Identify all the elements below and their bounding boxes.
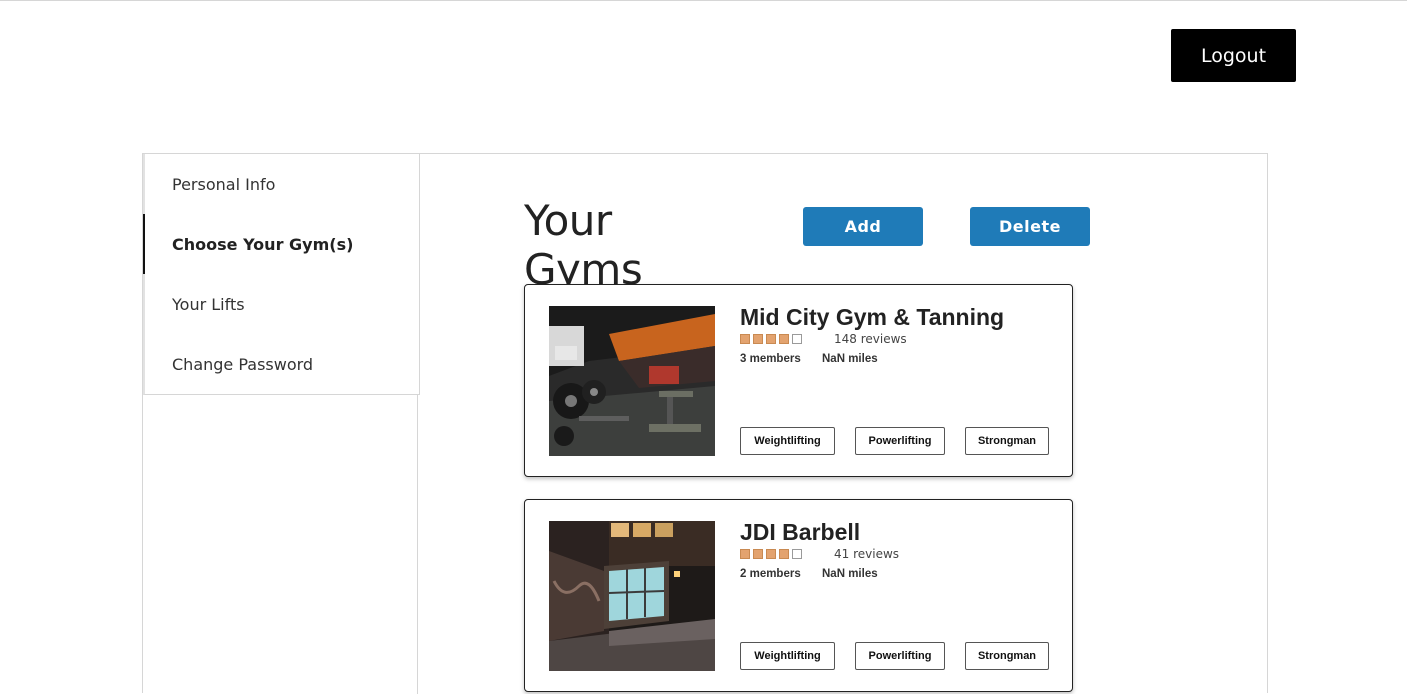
gym-photo bbox=[549, 306, 715, 456]
tag-weightlifting[interactable]: Weightlifting bbox=[740, 427, 835, 455]
star-icon bbox=[740, 334, 750, 344]
distance: NaN miles bbox=[822, 568, 878, 580]
gym-card[interactable]: Mid City Gym & Tanning 148 reviews 3 mem… bbox=[524, 284, 1073, 477]
sidebar: Personal Info Choose Your Gym(s) Your Li… bbox=[143, 154, 420, 395]
sidebar-item-choose-gyms[interactable]: Choose Your Gym(s) bbox=[143, 214, 419, 274]
sidebar-item-your-lifts[interactable]: Your Lifts bbox=[145, 274, 419, 334]
sidebar-item-label: Your Lifts bbox=[172, 294, 245, 314]
sidebar-item-personal-info[interactable]: Personal Info bbox=[145, 154, 419, 214]
star-icon bbox=[779, 549, 789, 559]
star-icon bbox=[753, 549, 763, 559]
delete-gym-button[interactable]: Delete bbox=[970, 207, 1090, 246]
star-empty-icon bbox=[792, 549, 802, 559]
sidebar-item-label: Choose Your Gym(s) bbox=[172, 234, 354, 254]
review-count: 148 reviews bbox=[834, 332, 907, 346]
distance: NaN miles bbox=[822, 353, 878, 365]
star-icon bbox=[766, 334, 776, 344]
review-count: 41 reviews bbox=[834, 547, 900, 561]
gym-photo bbox=[549, 521, 715, 671]
star-icon bbox=[740, 549, 750, 559]
rating-stars bbox=[740, 549, 802, 559]
member-count: 3 members bbox=[740, 353, 801, 365]
sidebar-item-label: Personal Info bbox=[172, 174, 276, 194]
add-gym-button[interactable]: Add bbox=[803, 207, 923, 246]
tag-strongman[interactable]: Strongman bbox=[965, 642, 1049, 670]
gym-name: Mid City Gym & Tanning bbox=[740, 304, 1005, 330]
rating-stars bbox=[740, 334, 802, 344]
content-divider bbox=[417, 394, 418, 694]
logout-button[interactable]: Logout bbox=[1171, 29, 1296, 82]
member-count: 2 members bbox=[740, 568, 801, 580]
settings-panel: Personal Info Choose Your Gym(s) Your Li… bbox=[142, 153, 1268, 694]
star-icon bbox=[753, 334, 763, 344]
tag-strongman[interactable]: Strongman bbox=[965, 427, 1049, 455]
tag-powerlifting[interactable]: Powerlifting bbox=[855, 427, 945, 455]
sidebar-item-change-password[interactable]: Change Password bbox=[145, 334, 419, 394]
sidebar-item-label: Change Password bbox=[172, 354, 314, 374]
gym-name: JDI Barbell bbox=[740, 519, 861, 545]
tag-weightlifting[interactable]: Weightlifting bbox=[740, 642, 835, 670]
star-empty-icon bbox=[792, 334, 802, 344]
star-icon bbox=[779, 334, 789, 344]
star-icon bbox=[766, 549, 776, 559]
tag-powerlifting[interactable]: Powerlifting bbox=[855, 642, 945, 670]
gym-card[interactable]: JDI Barbell 41 reviews 2 members NaN mil… bbox=[524, 499, 1073, 692]
